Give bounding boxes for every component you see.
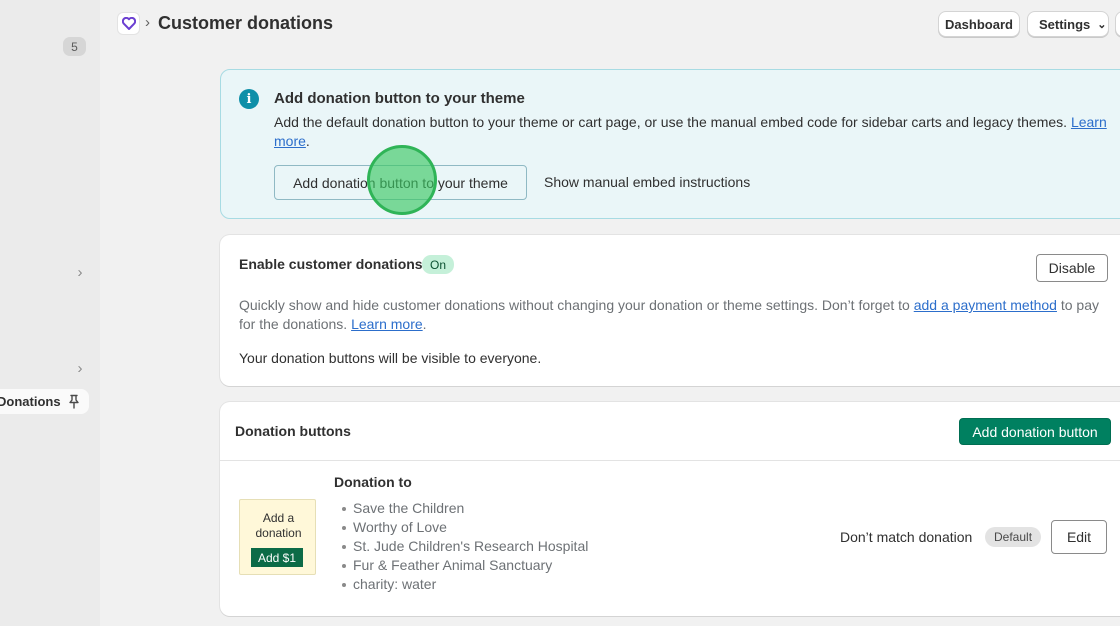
disable-button[interactable]: Disable (1036, 254, 1108, 282)
divider (220, 460, 1120, 461)
list-item: charity: water (340, 575, 588, 594)
sidebar-item-donations[interactable]: Donations (0, 389, 89, 414)
heart-icon (118, 13, 139, 34)
donation-button-preview: Add a donation Add $1 (239, 499, 316, 575)
add-to-theme-button[interactable]: Add donation button to your theme (274, 165, 527, 200)
chevron-down-icon: ⌄ (1097, 18, 1107, 31)
list-item: St. Jude Children's Research Hospital (340, 537, 588, 556)
sidebar: 5 › › Donations (0, 0, 100, 626)
settings-label: Settings (1039, 16, 1091, 32)
preview-button: Add $1 (251, 548, 303, 567)
sidebar-count-badge: 5 (63, 37, 86, 56)
banner-text: Add the default donation button to your … (274, 113, 1114, 151)
enable-donations-title: Enable customer donations (239, 256, 423, 272)
sidebar-item-label: Donations (0, 394, 61, 409)
show-embed-instructions-button[interactable]: Show manual embed instructions (544, 174, 750, 190)
list-item: Worthy of Love (340, 518, 588, 537)
list-item: Fur & Feather Animal Sanctuary (340, 556, 588, 575)
default-badge: Default (985, 527, 1042, 547)
donation-to-label: Donation to (334, 474, 412, 490)
donation-buttons-title: Donation buttons (235, 423, 351, 439)
enable-description: Quickly show and hide customer donations… (239, 296, 1119, 334)
pin-icon[interactable] (67, 394, 81, 409)
enable-desc-period: . (422, 316, 427, 332)
learn-more-link[interactable]: Learn more (351, 316, 423, 332)
page-title: Customer donations (158, 13, 334, 33)
dashboard-button[interactable]: Dashboard (938, 11, 1020, 37)
edit-button[interactable]: Edit (1051, 520, 1107, 554)
donation-buttons-card: Donation buttons Add donation button Add… (220, 402, 1120, 616)
charity-list: Save the Children Worthy of Love St. Jud… (340, 499, 588, 594)
match-donation-text: Don’t match donation (840, 529, 973, 545)
more-actions-button[interactable] (1115, 11, 1120, 37)
enable-donations-card: Enable customer donations On Disable Qui… (220, 235, 1120, 386)
preview-text: Add a donation (255, 511, 302, 540)
banner-period: . (305, 133, 310, 149)
enable-desc-part1: Quickly show and hide customer donations… (239, 297, 914, 313)
breadcrumb-separator: › (145, 14, 150, 31)
main-content: i Add donation button to your theme Add … (100, 48, 1120, 626)
banner-description: Add the default donation button to your … (274, 114, 1071, 130)
info-icon: i (239, 89, 259, 109)
visibility-text: Your donation buttons will be visible to… (239, 350, 542, 366)
chevron-right-icon[interactable]: › (73, 361, 87, 376)
add-payment-method-link[interactable]: add a payment method (914, 297, 1057, 313)
status-badge: On (422, 255, 455, 274)
list-item: Save the Children (340, 499, 588, 518)
chevron-right-icon[interactable]: › (73, 265, 87, 280)
banner-title: Add donation button to your theme (274, 90, 525, 107)
settings-button[interactable]: Settings ⌄ (1027, 11, 1109, 37)
add-donation-button[interactable]: Add donation button (959, 418, 1111, 445)
page-header: › Customer donations Dashboard Settings … (100, 0, 1120, 48)
theme-setup-banner: i Add donation button to your theme Add … (220, 69, 1120, 219)
